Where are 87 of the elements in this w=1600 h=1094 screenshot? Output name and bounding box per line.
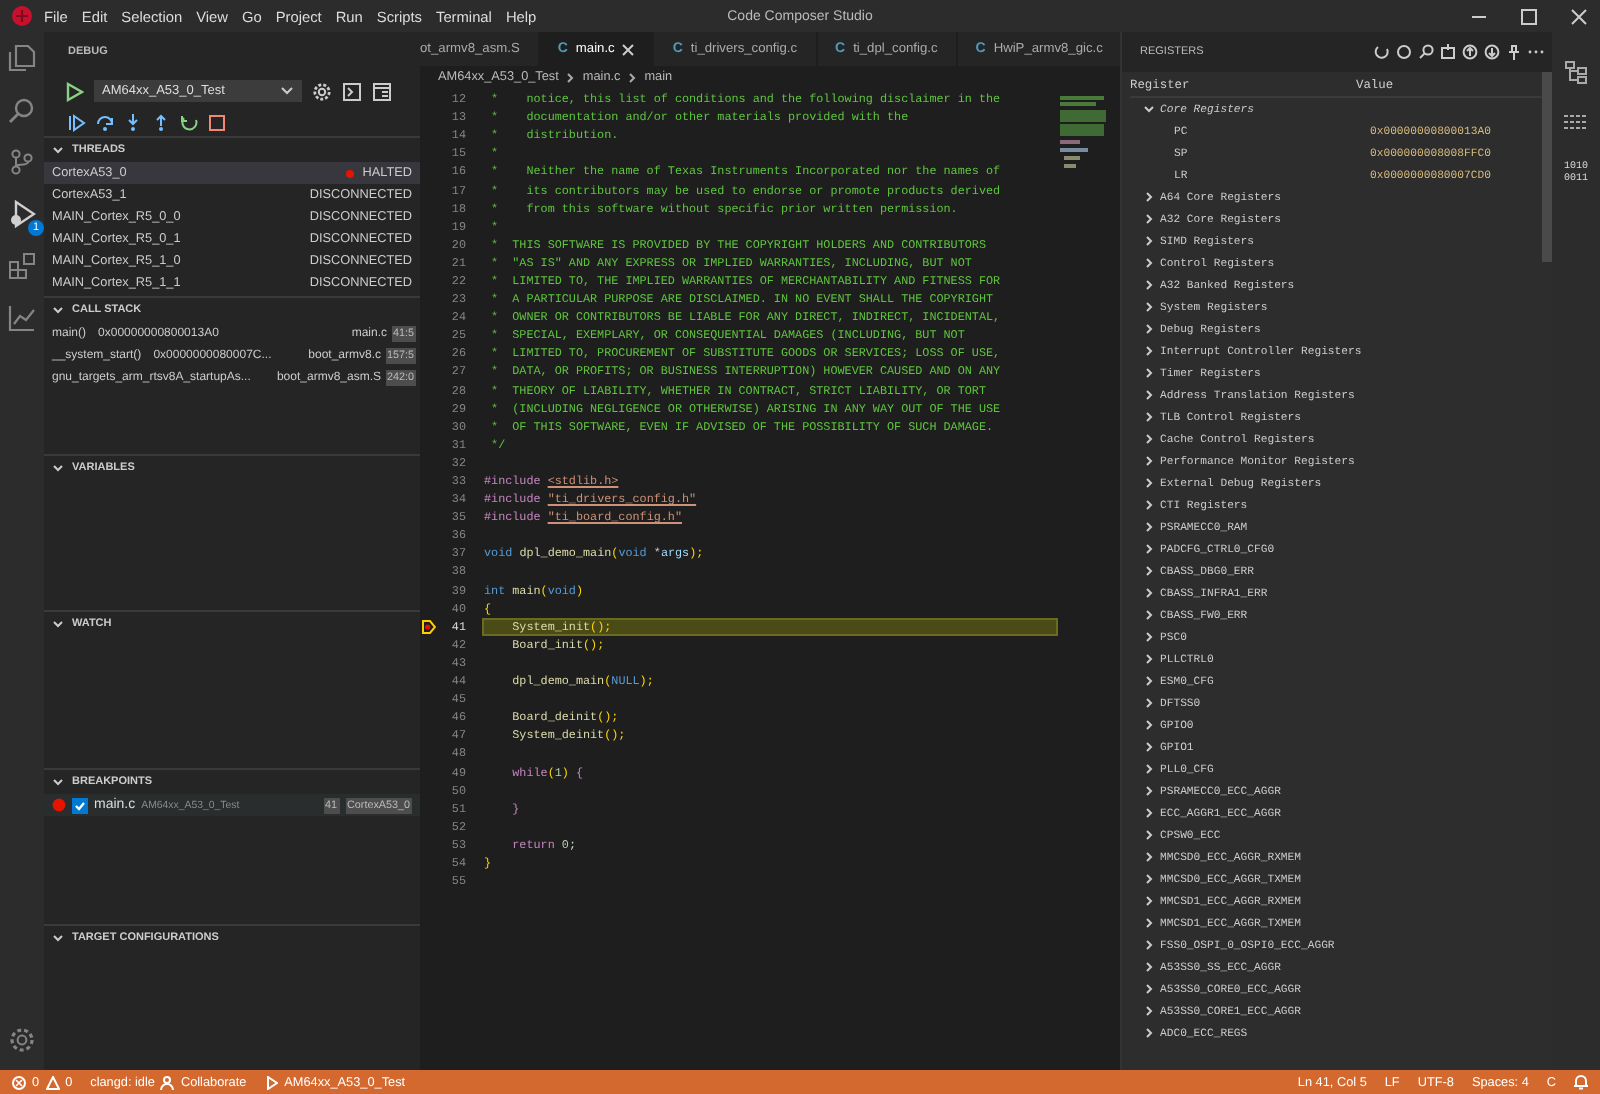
chevron-icon[interactable] bbox=[1144, 258, 1154, 268]
chevron-icon bbox=[566, 71, 575, 83]
chevron-icon[interactable] bbox=[1144, 940, 1154, 950]
chevron-icon[interactable] bbox=[52, 776, 64, 788]
chevron-icon[interactable] bbox=[1144, 544, 1154, 554]
run-debug-icon[interactable] bbox=[8, 200, 36, 228]
list-icon[interactable] bbox=[1564, 112, 1588, 132]
chevron-icon[interactable] bbox=[1144, 192, 1154, 202]
start-debug-icon[interactable] bbox=[64, 81, 84, 101]
chevron-icon[interactable] bbox=[1144, 962, 1154, 972]
current-line-arrow-icon bbox=[422, 619, 436, 634]
people-icon[interactable] bbox=[160, 1075, 175, 1089]
chevron-icon[interactable] bbox=[1144, 654, 1154, 664]
chevron-icon[interactable] bbox=[1144, 478, 1154, 488]
warning-icon[interactable] bbox=[45, 1075, 60, 1089]
sync-icon[interactable] bbox=[1396, 44, 1412, 60]
close-icon[interactable] bbox=[1570, 7, 1588, 25]
app-logo-icon bbox=[12, 6, 32, 26]
chevron-icon[interactable] bbox=[1144, 808, 1154, 818]
chevron-icon[interactable] bbox=[52, 618, 64, 630]
chevron-icon[interactable] bbox=[52, 304, 64, 316]
chevron-icon[interactable] bbox=[1144, 368, 1154, 378]
chevron-icon[interactable] bbox=[52, 144, 64, 156]
chevron-icon[interactable] bbox=[1144, 610, 1154, 620]
chevron-icon[interactable] bbox=[1144, 698, 1154, 708]
chevron-icon[interactable] bbox=[1144, 456, 1154, 466]
extensions-icon[interactable] bbox=[8, 252, 36, 280]
chevron-icon[interactable] bbox=[1144, 588, 1154, 598]
chevron-icon[interactable] bbox=[1144, 830, 1154, 840]
step-into-icon[interactable] bbox=[124, 114, 142, 132]
restart-icon[interactable] bbox=[180, 114, 198, 132]
chevron-icon[interactable] bbox=[1144, 390, 1154, 400]
refresh-icon[interactable] bbox=[1374, 44, 1390, 60]
chevron-icon[interactable] bbox=[52, 462, 64, 474]
chevron-icon[interactable] bbox=[1144, 720, 1154, 730]
chevron-icon[interactable] bbox=[1144, 896, 1154, 906]
chevron-icon[interactable] bbox=[1144, 676, 1154, 686]
close-icon[interactable] bbox=[622, 43, 635, 55]
chevron-icon[interactable] bbox=[1144, 500, 1154, 510]
chevron-icon[interactable] bbox=[1144, 346, 1154, 356]
step-out-icon[interactable] bbox=[152, 114, 170, 132]
step-over-icon[interactable] bbox=[96, 114, 114, 132]
chart-icon[interactable] bbox=[8, 304, 36, 332]
continue-icon[interactable] bbox=[68, 114, 86, 132]
chevron-icon[interactable] bbox=[1144, 434, 1154, 444]
chevron-icon[interactable] bbox=[1144, 984, 1154, 994]
scrollbar-thumb[interactable] bbox=[1542, 72, 1552, 262]
pin-icon[interactable] bbox=[1506, 44, 1522, 60]
chevron-icon[interactable] bbox=[1144, 302, 1154, 312]
chevron-icon[interactable] bbox=[52, 932, 64, 944]
chevron-icon[interactable] bbox=[1144, 324, 1154, 334]
chevron-icon[interactable] bbox=[1144, 236, 1154, 246]
chevron-icon[interactable] bbox=[1144, 786, 1154, 796]
chevron-icon[interactable] bbox=[1144, 918, 1154, 928]
chevron-icon[interactable] bbox=[1144, 852, 1154, 862]
chevron-icon[interactable] bbox=[1144, 280, 1154, 290]
caret-icon[interactable] bbox=[280, 86, 294, 96]
settings-icon[interactable] bbox=[8, 1026, 36, 1054]
error-icon[interactable] bbox=[12, 1075, 26, 1089]
maximize-icon[interactable] bbox=[1520, 7, 1538, 25]
chevron-icon[interactable] bbox=[1144, 214, 1154, 224]
hierarchy-icon[interactable] bbox=[1564, 60, 1588, 84]
chevron-icon[interactable] bbox=[1144, 522, 1154, 532]
chevron-icon[interactable] bbox=[1144, 632, 1154, 642]
chevron-icon[interactable] bbox=[1144, 104, 1154, 114]
terminal-icon[interactable] bbox=[342, 81, 362, 101]
chevron-icon[interactable] bbox=[1144, 742, 1154, 752]
import-icon[interactable] bbox=[1484, 44, 1500, 60]
chevron-icon[interactable] bbox=[1144, 764, 1154, 774]
search-icon[interactable] bbox=[1418, 44, 1434, 60]
branch-icon[interactable] bbox=[8, 148, 36, 176]
export-icon[interactable] bbox=[1462, 44, 1478, 60]
chevron-icon[interactable] bbox=[1144, 566, 1154, 576]
chevron-icon[interactable] bbox=[1144, 1028, 1154, 1038]
breakpoint-icon bbox=[52, 798, 66, 812]
breakpoint-checkbox[interactable] bbox=[72, 797, 88, 813]
gear-icon[interactable] bbox=[312, 81, 332, 101]
chevron-icon bbox=[628, 71, 637, 83]
bell-icon[interactable] bbox=[1574, 1074, 1588, 1090]
chevron-icon[interactable] bbox=[1144, 412, 1154, 422]
chevron-icon[interactable] bbox=[1144, 874, 1154, 884]
files-icon[interactable] bbox=[8, 44, 36, 72]
add-icon[interactable] bbox=[1440, 44, 1456, 60]
chevron-icon[interactable] bbox=[1144, 1006, 1154, 1016]
debug-icon[interactable] bbox=[264, 1075, 279, 1089]
stop-icon[interactable] bbox=[208, 114, 226, 132]
window-icon[interactable] bbox=[372, 81, 392, 101]
